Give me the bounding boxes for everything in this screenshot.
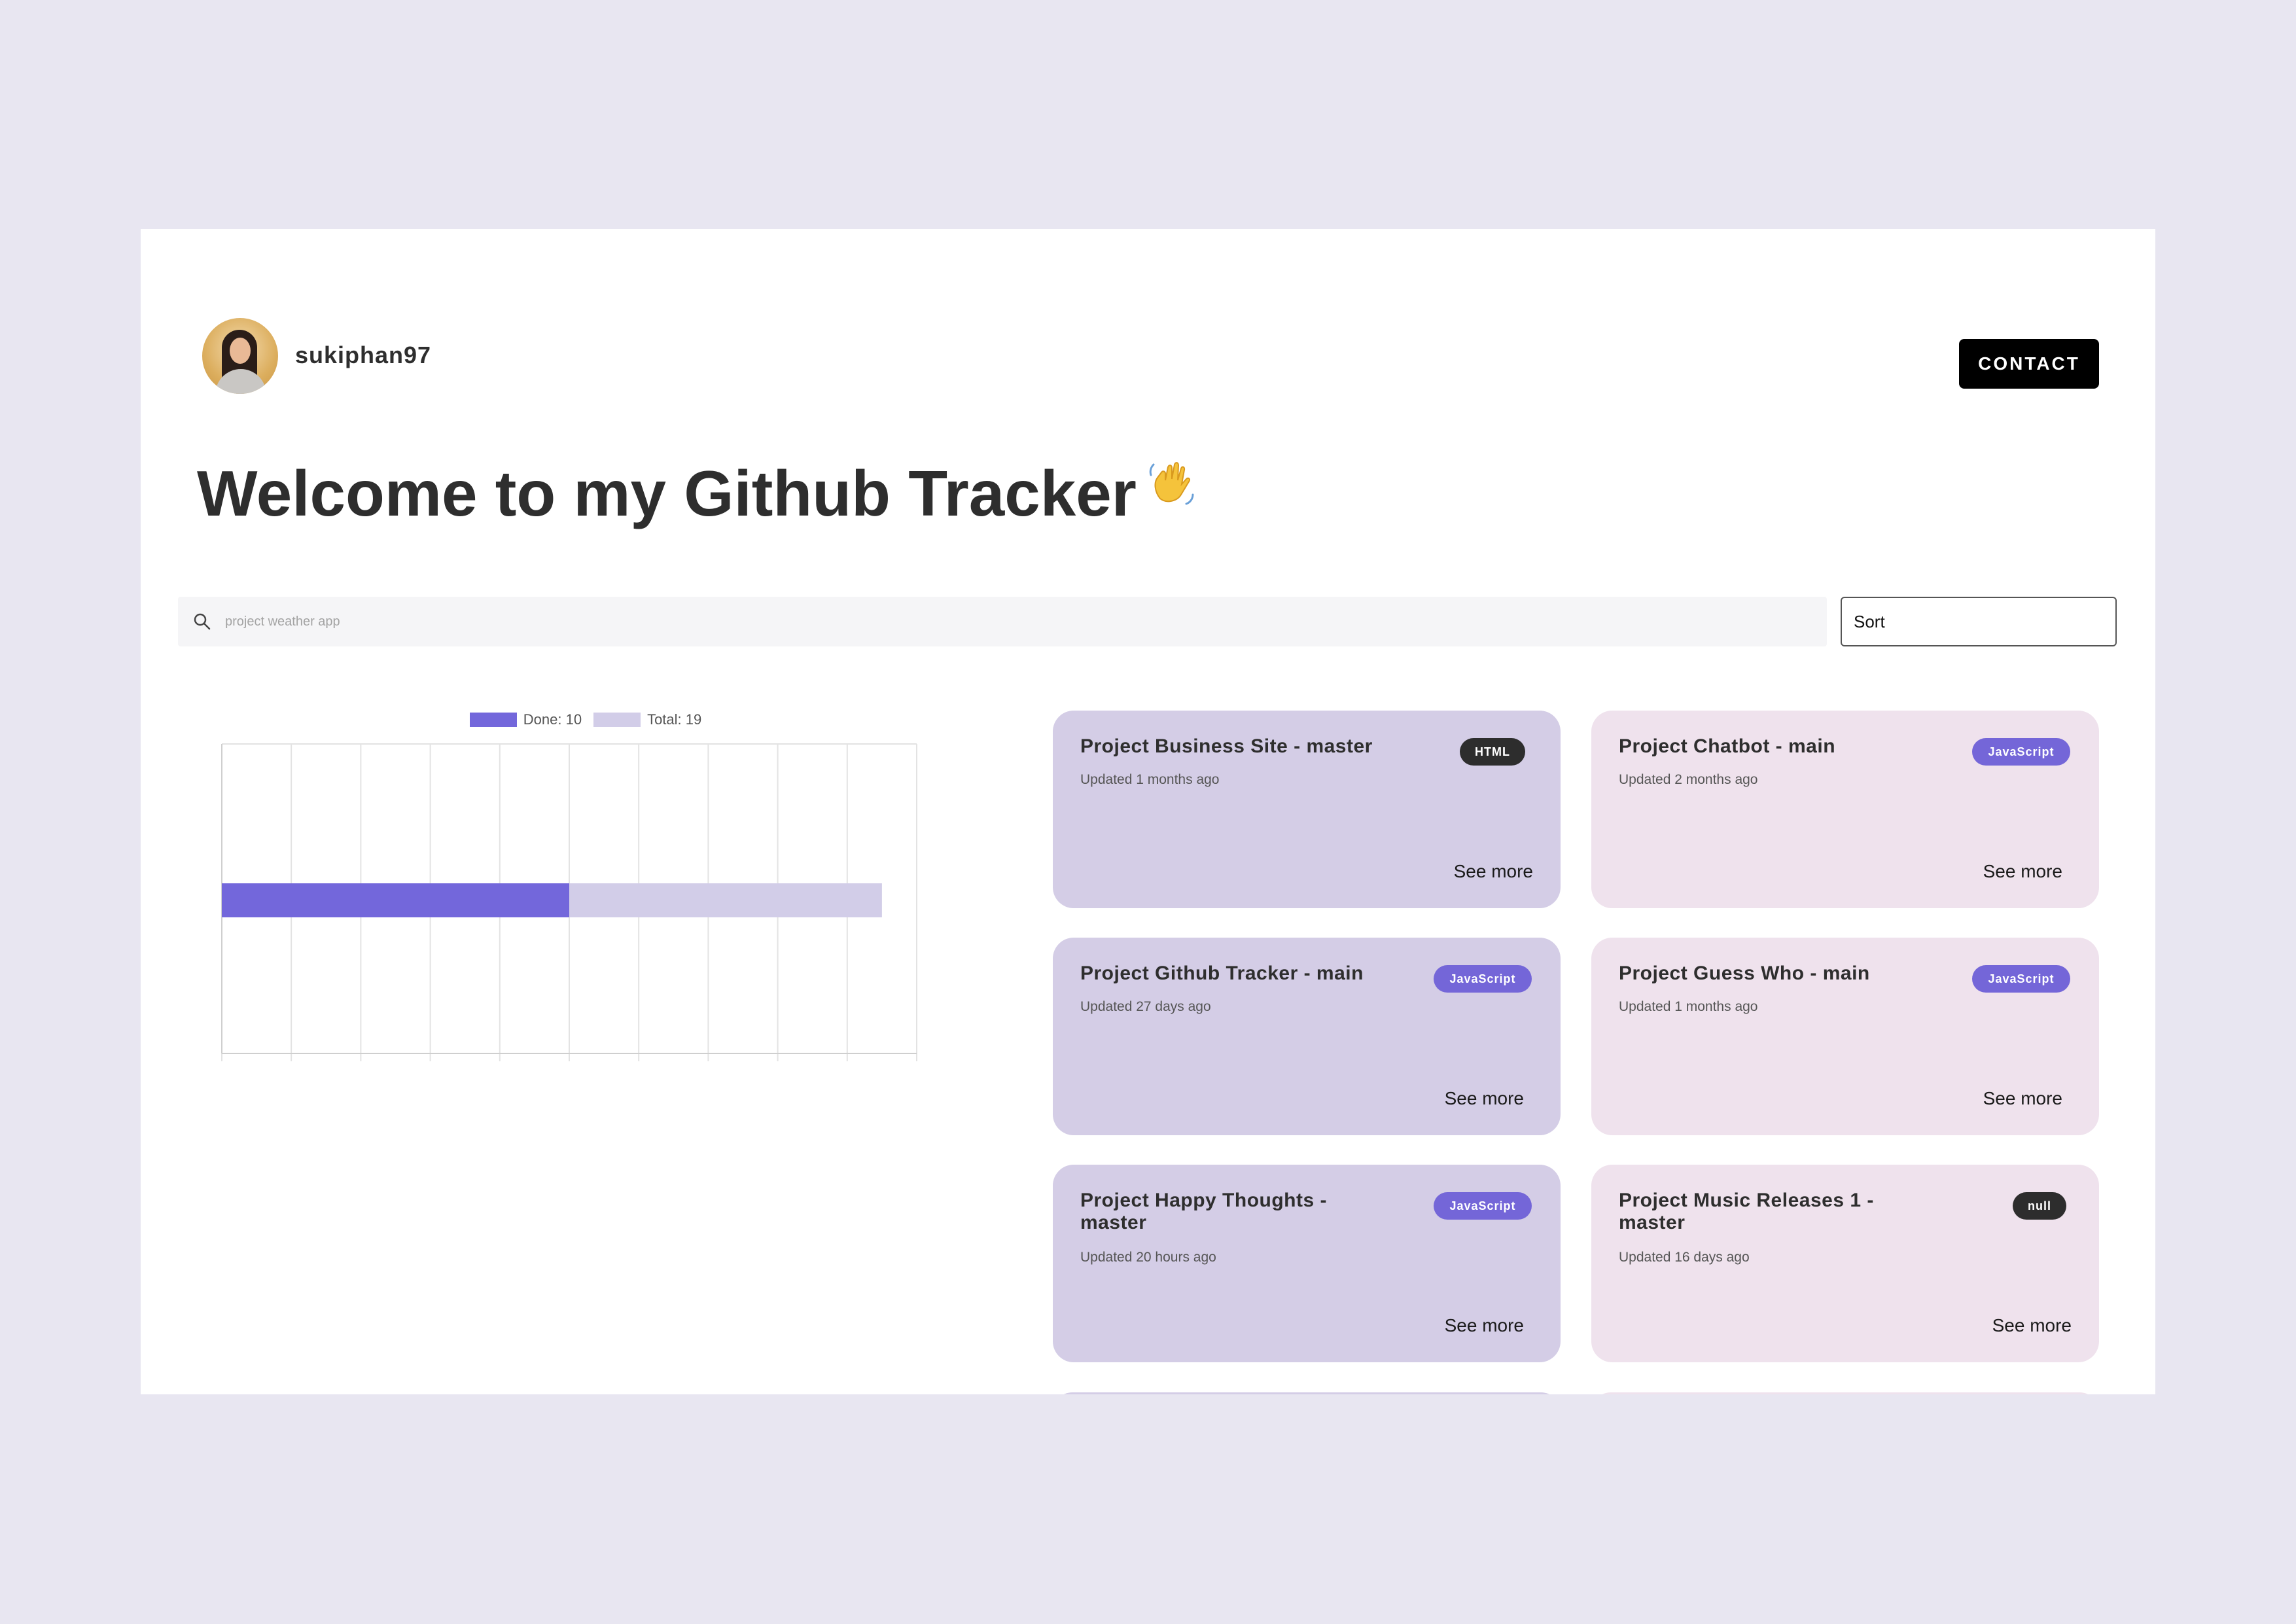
project-card[interactable]: Project Chatbot - main Updated 2 months … — [1591, 711, 2099, 908]
waving-hand-icon — [1149, 461, 1194, 504]
see-more-link[interactable]: See more — [1445, 1315, 1524, 1336]
sort-label: Sort — [1854, 611, 1885, 631]
project-updated: Updated 2 months ago — [1619, 772, 1758, 787]
see-more-link[interactable]: See more — [1992, 1315, 2072, 1336]
project-title: Project Happy Thoughts - master — [1080, 1190, 1328, 1233]
project-updated: Updated 27 days ago — [1080, 999, 1211, 1014]
project-card-partial[interactable] — [1591, 1392, 2099, 1394]
project-updated: Updated 16 days ago — [1619, 1250, 1750, 1265]
see-more-link[interactable]: See more — [1983, 861, 2062, 882]
project-card[interactable]: Project Business Site - master Updated 1… — [1053, 711, 1561, 908]
bar-done — [222, 883, 569, 917]
see-more-link[interactable]: See more — [1983, 1088, 2062, 1109]
project-updated: Updated 20 hours ago — [1080, 1250, 1216, 1265]
progress-chart: Done: 10 Total: 19 02468101214161820 — [180, 710, 991, 1063]
see-more-link[interactable]: See more — [1445, 1088, 1524, 1109]
page-title: Welcome to my Github Tracker — [197, 457, 1198, 531]
project-card-partial[interactable] — [1053, 1392, 1561, 1394]
app-window: sukiphan97 CONTACT Welcome to my Github … — [141, 229, 2155, 1394]
language-badge: JavaScript — [1434, 965, 1532, 993]
search-bar[interactable] — [178, 597, 1827, 646]
search-icon — [194, 613, 211, 630]
see-more-link[interactable]: See more — [1454, 861, 1533, 882]
username: sukiphan97 — [295, 342, 432, 368]
project-updated: Updated 1 months ago — [1619, 999, 1758, 1014]
project-updated: Updated 1 months ago — [1080, 772, 1220, 787]
project-card[interactable]: Project Music Releases 1 - master Update… — [1591, 1165, 2099, 1362]
project-card[interactable]: Project Github Tracker - main Updated 27… — [1053, 938, 1561, 1135]
project-title: Project Business Site - master — [1080, 735, 1373, 757]
page-title-text: Welcome to my Github Tracker — [197, 457, 1137, 529]
search-input[interactable] — [224, 613, 1797, 630]
project-title: Project Chatbot - main — [1619, 735, 1836, 757]
project-title: Project Music Releases 1 - master — [1619, 1190, 1874, 1233]
avatar[interactable] — [202, 318, 278, 394]
sort-select[interactable]: Sort — [1841, 597, 2117, 646]
language-badge: HTML — [1460, 738, 1525, 766]
language-badge: JavaScript — [1972, 965, 2070, 993]
chart-plot: 02468101214161820 — [221, 743, 917, 1061]
contact-button[interactable]: CONTACT — [1959, 339, 2099, 389]
language-badge: JavaScript — [1434, 1192, 1532, 1220]
language-badge: null — [2013, 1192, 2066, 1220]
project-card[interactable]: Project Guess Who - main Updated 1 month… — [1591, 938, 2099, 1135]
project-title: Project Guess Who - main — [1619, 962, 1870, 984]
project-card[interactable]: Project Happy Thoughts - master Updated … — [1053, 1165, 1561, 1362]
language-badge: JavaScript — [1972, 738, 2070, 766]
project-title: Project Github Tracker - main — [1080, 962, 1364, 984]
